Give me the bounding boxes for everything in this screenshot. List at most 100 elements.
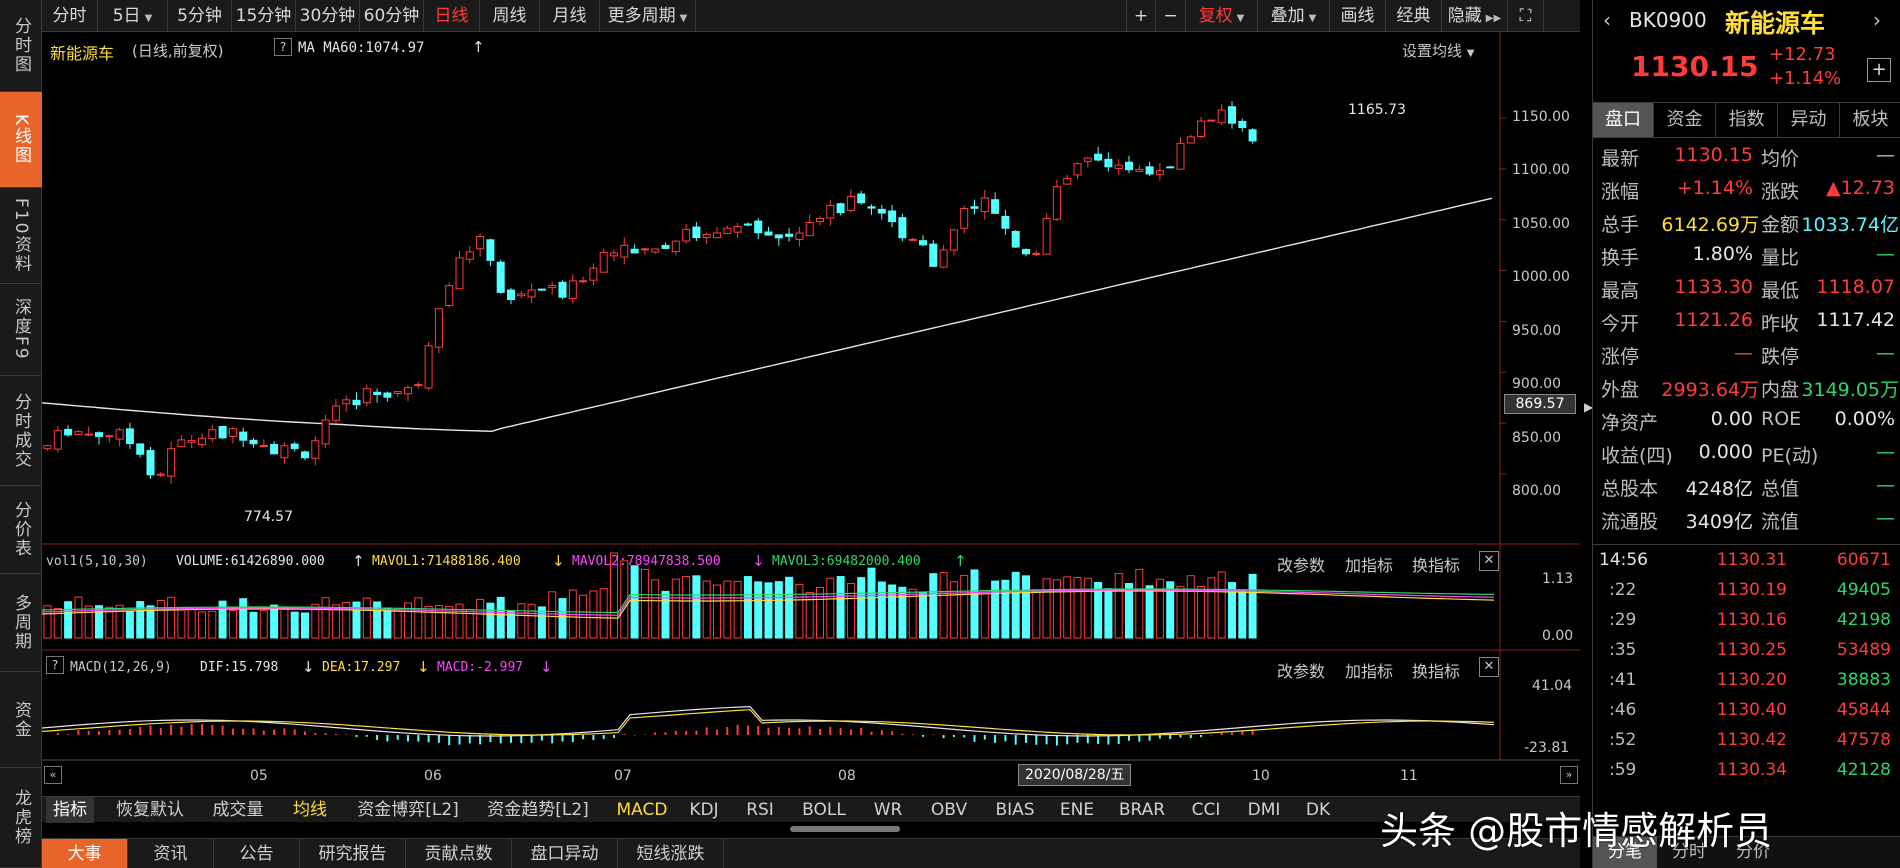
info-tab-anomaly[interactable]: 盘口异动 (512, 839, 618, 868)
volume-bar (816, 586, 824, 639)
info-tab-events[interactable]: 大事 (42, 839, 128, 868)
indicator-tab-ma[interactable]: 均线 (288, 797, 332, 823)
indicator-tab-brar[interactable]: BRAR (1112, 797, 1172, 823)
quote-tab-capital[interactable]: 资金 (1653, 103, 1715, 137)
add-watchlist-icon[interactable]: + (1867, 58, 1891, 82)
volume-bar (1114, 572, 1123, 639)
tick-time: :59 (1609, 760, 1637, 780)
info-tab-short-term[interactable]: 短线涨跌 (618, 839, 724, 868)
kline-chart[interactable]: 新能源车 (日线,前复权) ? MA MA60:1074.97 ↑ 设置均线 ▼… (42, 32, 1580, 792)
candle-body (836, 203, 845, 214)
tab-price-table[interactable]: 分价表 (0, 486, 42, 574)
indicator-tab-macd[interactable]: MACD (614, 797, 670, 823)
zoom-in-button[interactable]: + (1126, 0, 1156, 32)
period-intraday[interactable]: 分时 (42, 0, 98, 32)
tab-dragon-tiger[interactable]: 龙虎榜 (0, 768, 42, 868)
volume-bar (249, 611, 258, 639)
tab-multi-period[interactable]: 多周期 (0, 574, 42, 672)
candle-body (84, 433, 93, 436)
quote-row-value: — (1876, 243, 1895, 265)
indicator-tab-reset[interactable]: 恢复默认 (112, 797, 188, 823)
chevron-right-icon[interactable]: › (1873, 8, 1881, 32)
volume-bar (939, 572, 948, 639)
indicator-tab-obv[interactable]: OBV (924, 797, 974, 823)
indicator-tab-rsi[interactable]: RSI (738, 797, 782, 823)
volume-bar (64, 601, 73, 639)
quote-tab-sector[interactable]: 板块 (1839, 103, 1900, 137)
scroll-left-icon[interactable]: « (44, 766, 62, 784)
tick-row: :41 1130.20 38883 (1593, 670, 1900, 703)
period-more[interactable]: 更多周期 ▼ (600, 0, 696, 32)
volume-bar (1238, 590, 1247, 639)
quote-row: 换手 1.80% 量比 — (1593, 243, 1900, 276)
tick-time: :22 (1609, 580, 1637, 600)
help-icon[interactable]: ? (46, 656, 64, 674)
indicator-tab-dk[interactable]: DK (1298, 797, 1338, 823)
period-monthly[interactable]: 月线 (540, 0, 600, 32)
volume-bar (259, 610, 268, 639)
zoom-out-button[interactable]: − (1156, 0, 1186, 32)
macd-add-indicator-button[interactable]: 加指标 (1345, 658, 1393, 682)
indicator-tab-fund-game[interactable]: 资金博弈[L2] (354, 797, 462, 823)
arrow-up-icon: ↑ (954, 552, 967, 570)
overlay-button[interactable]: 叠加 ▼ (1258, 0, 1330, 32)
vol-edit-params-button[interactable]: 改参数 (1277, 552, 1325, 576)
close-icon[interactable]: ✕ (1479, 657, 1499, 677)
indicator-tab-volume[interactable]: 成交量 (208, 797, 268, 823)
period-5min[interactable]: 5分钟 (168, 0, 232, 32)
candle-body (1032, 252, 1041, 255)
candle-body (919, 240, 927, 246)
volume-bar (630, 565, 639, 639)
quote-tab-board[interactable]: 盘口 (1593, 103, 1653, 137)
indicator-tab-cci[interactable]: CCI (1186, 797, 1226, 823)
period-5day[interactable]: 5日 ▼ (98, 0, 168, 32)
draw-button[interactable]: 画线 (1330, 0, 1386, 32)
period-15min[interactable]: 15分钟 (232, 0, 296, 32)
indicator-tab-dmi[interactable]: DMI (1242, 797, 1286, 823)
dea-value: DEA:17.297 (322, 660, 401, 675)
indicator-tab-wr[interactable]: WR (868, 797, 908, 823)
fullscreen-button[interactable]: ⛶ (1508, 0, 1544, 32)
collapse-panel-icon[interactable]: ▶ (1584, 400, 1593, 460)
tab-f10[interactable]: F10资料 (0, 188, 42, 284)
classic-button[interactable]: 经典 (1386, 0, 1442, 32)
indicator-tab-ene[interactable]: ENE (1054, 797, 1100, 823)
info-tab-announcements[interactable]: 公告 (214, 839, 300, 868)
vol-add-indicator-button[interactable]: 加指标 (1345, 552, 1393, 576)
adjust-button[interactable]: 复权 ▼ (1186, 0, 1258, 32)
indicator-tab-menu[interactable]: 指标 (46, 797, 94, 823)
volume-bar (1001, 579, 1010, 639)
tab-capital[interactable]: 资金 (0, 672, 42, 768)
candle-body (929, 243, 938, 267)
macd-switch-indicator-button[interactable]: 换指标 (1412, 658, 1460, 682)
info-tab-contribution[interactable]: 贡献点数 (406, 839, 512, 868)
indicator-tab-boll[interactable]: BOLL (796, 797, 852, 823)
chevron-left-icon[interactable]: ‹ (1603, 8, 1611, 32)
period-daily[interactable]: 日线 (424, 0, 480, 32)
candle-body (877, 208, 886, 214)
tab-ticks[interactable]: 分时成交 (0, 376, 42, 486)
tab-kline[interactable]: K线图 (0, 92, 42, 188)
macd-edit-params-button[interactable]: 改参数 (1277, 658, 1325, 682)
volume-bar (424, 605, 433, 639)
candle-body (43, 445, 52, 450)
indicator-tab-bias[interactable]: BIAS (990, 797, 1040, 823)
indicator-tab-kdj[interactable]: KDJ (682, 797, 726, 823)
period-weekly[interactable]: 周线 (480, 0, 540, 32)
close-icon[interactable]: ✕ (1479, 551, 1499, 571)
scroll-right-icon[interactable]: » (1560, 766, 1578, 784)
quote-row: 总手 6142.69万 金额 1033.74亿 (1593, 210, 1900, 243)
quote-tab-anomaly[interactable]: 异动 (1777, 103, 1839, 137)
tab-intraday[interactable]: 分时图 (0, 0, 42, 92)
tab-depth[interactable]: 深度F9 (0, 284, 42, 376)
info-tab-news[interactable]: 资讯 (128, 839, 214, 868)
hide-button[interactable]: 隐藏 ▶▶ (1442, 0, 1508, 32)
arrow-down-icon: ↓ (302, 658, 315, 676)
horizontal-scrollbar[interactable] (790, 826, 900, 832)
period-60min[interactable]: 60分钟 (360, 0, 424, 32)
quote-tab-index[interactable]: 指数 (1715, 103, 1777, 137)
indicator-tab-fund-trend[interactable]: 资金趋势[L2] (484, 797, 592, 823)
info-tab-research[interactable]: 研究报告 (300, 839, 406, 868)
vol-switch-indicator-button[interactable]: 换指标 (1412, 552, 1460, 576)
period-30min[interactable]: 30分钟 (296, 0, 360, 32)
